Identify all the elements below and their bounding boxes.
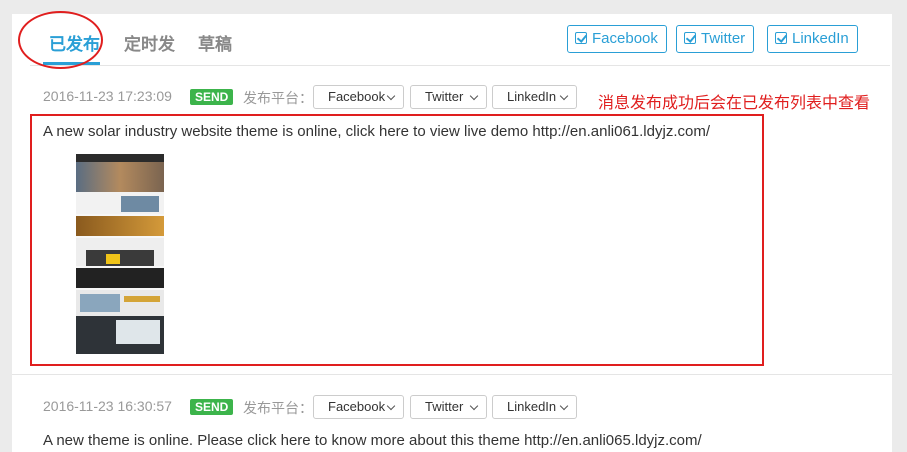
platform-dropdown-linkedin[interactable]: LinkedIn [492,85,577,109]
share-twitter-label: Twitter [701,30,746,47]
tab-scheduled[interactable]: 定时发 [124,30,175,55]
chevron-down-icon [386,401,396,411]
share-linkedin-button[interactable]: LinkedIn [767,25,858,53]
share-facebook-button[interactable]: Facebook [567,25,667,53]
share-twitter-button[interactable]: Twitter [676,25,755,53]
dropdown-label: Facebook [328,89,386,104]
platform-dropdown-twitter[interactable]: Twitter [410,395,487,419]
chevron-down-icon [469,401,479,411]
chevron-down-icon [386,91,396,101]
checkbox-checked-icon [575,32,587,44]
platform-label: 发布平台： [243,90,313,106]
tab-drafts[interactable]: 草稿 [198,30,232,55]
platform-dropdown-facebook[interactable]: Facebook [313,85,404,109]
dropdown-label: Twitter [425,89,464,104]
dropdown-label: LinkedIn [507,399,557,414]
chevron-down-icon [469,91,479,101]
status-badge: SEND [190,89,234,105]
dropdown-label: LinkedIn [507,89,557,104]
annotation-highlight-box [30,114,764,366]
annotation-circle [18,11,103,69]
post-text[interactable]: A new theme is online. Please click here… [43,432,702,449]
platform-dropdown-facebook[interactable]: Facebook [313,395,404,419]
dropdown-label: Twitter [425,399,464,414]
chevron-down-icon [559,91,569,101]
checkbox-checked-icon [684,32,696,44]
platform-dropdown-linkedin[interactable]: LinkedIn [492,395,577,419]
platform-dropdown-twitter[interactable]: Twitter [410,85,487,109]
post-timestamp: 2016-11-23 17:23:09 [43,88,172,104]
chevron-down-icon [559,401,569,411]
post-timestamp: 2016-11-23 16:30:57 [43,398,172,414]
post-meta-row: 2016-11-23 17:23:09 SEND 发布平台： Facebook … [43,85,603,109]
platform-label: 发布平台： [243,400,313,416]
post-meta-row: 2016-11-23 16:30:57 SEND 发布平台： Facebook … [43,395,603,419]
checkbox-checked-icon [775,32,787,44]
dropdown-label: Facebook [328,399,386,414]
status-badge: SEND [190,399,234,415]
tabs-divider [30,65,890,66]
share-linkedin-label: LinkedIn [792,30,849,47]
share-facebook-label: Facebook [592,30,658,47]
annotation-note: 消息发布成功后会在已发布列表中查看 [598,95,871,112]
post-divider [12,374,892,375]
